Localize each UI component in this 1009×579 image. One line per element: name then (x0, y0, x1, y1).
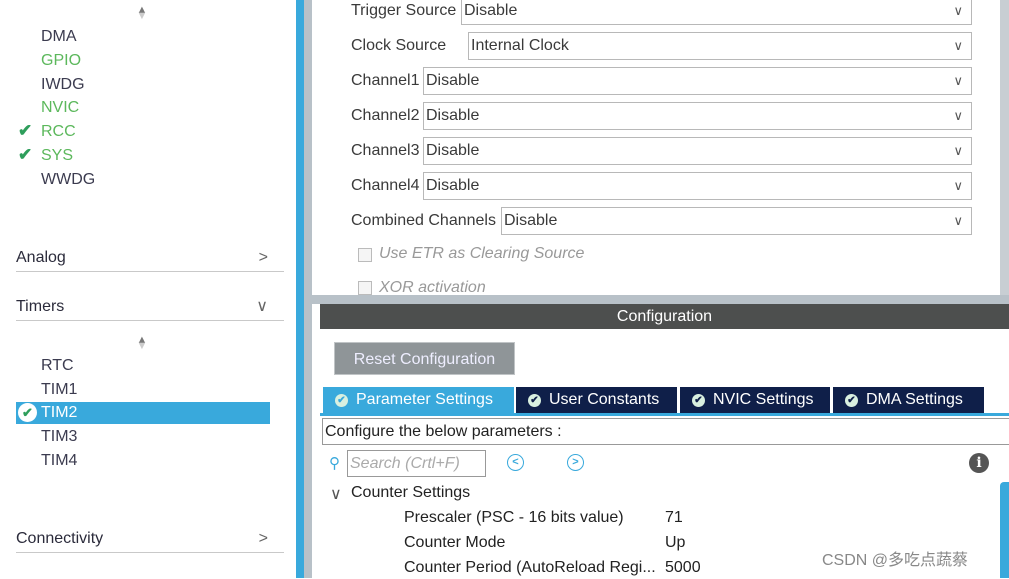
check-circle-icon: ✔ (692, 394, 705, 407)
chevron-down-icon: ∨ (953, 213, 963, 228)
check-circle-icon: ✔ (335, 394, 348, 407)
search-icon: ⚲ (329, 455, 340, 472)
check-circle-icon: ✔ (845, 394, 858, 407)
chevron-right-icon: > (258, 249, 268, 266)
check-icon: ✔ (18, 121, 33, 140)
previous-icon[interactable]: < (507, 454, 524, 471)
checkbox-label: Use ETR as Clearing Source (379, 245, 585, 262)
sort-icon[interactable]: ▲ ▼ (136, 5, 148, 22)
param-value[interactable]: 5000 (665, 557, 701, 579)
field-label: Combined Channels (351, 212, 496, 229)
sort-icon[interactable]: ▲ ▼ (136, 335, 148, 352)
chevron-down-icon: ∨ (256, 298, 268, 315)
peripheral-nvic[interactable]: NVIC (41, 97, 79, 119)
tab-underline (320, 413, 1009, 416)
chevron-down-icon: ∨ (953, 3, 963, 18)
select-value: Disable (426, 142, 480, 159)
peripheral-iwdg[interactable]: IWDG (41, 74, 85, 96)
field-label: Trigger Source (351, 2, 457, 19)
chevron-down-icon: ∨ (953, 143, 963, 158)
chevron-right-icon: > (258, 530, 268, 547)
chevron-down-icon: ∨ (953, 73, 963, 88)
category-label: Analog (16, 249, 66, 266)
field-label: Channel4 (351, 177, 420, 194)
channel4-select[interactable]: Disable ∨ (423, 172, 972, 200)
category-timers[interactable]: Timers ∨ (16, 295, 284, 321)
param-name: Counter Mode (404, 534, 506, 551)
timer-tim2-selected[interactable]: ✔ TIM2 (16, 402, 270, 424)
next-icon[interactable]: > (567, 454, 584, 471)
reset-configuration-button[interactable]: Reset Configuration (334, 342, 515, 375)
param-value[interactable]: 71 (665, 507, 683, 529)
peripheral-gpio[interactable]: GPIO (41, 50, 81, 72)
peripheral-tree-panel: ▲ ▼ DMA GPIO IWDG NVIC ✔ RCC ✔ SYS WWDG A… (0, 0, 296, 578)
trigger-source-select[interactable]: Disable ∨ (461, 0, 972, 25)
select-value: Disable (426, 107, 480, 124)
timer-label: TIM2 (41, 404, 78, 421)
channel1-select[interactable]: Disable ∨ (423, 67, 972, 95)
field-label: Clock Source (351, 37, 447, 54)
select-value: Internal Clock (471, 37, 569, 54)
tab-label: NVIC Settings (713, 391, 814, 408)
timer-tim4[interactable]: TIM4 (41, 450, 77, 472)
timer-tim3[interactable]: TIM3 (41, 426, 77, 448)
configuration-header: Configuration (320, 304, 1009, 329)
tab-label: User Constants (549, 391, 660, 408)
peripheral-rcc[interactable]: RCC (41, 121, 76, 143)
select-value: Disable (464, 2, 518, 19)
tab-user-constants[interactable]: ✔ User Constants (516, 387, 677, 413)
peripheral-dma[interactable]: DMA (41, 26, 77, 48)
param-value[interactable]: Up (665, 532, 685, 554)
scrollbar[interactable] (1000, 0, 1009, 296)
tab-label: DMA Settings (866, 391, 963, 408)
tab-parameter-settings[interactable]: ✔ Parameter Settings (323, 387, 514, 413)
etr-clearing-checkbox[interactable] (358, 248, 372, 262)
instructions-label: Configure the below parameters : (322, 418, 1009, 445)
tab-dma-settings[interactable]: ✔ DMA Settings (833, 387, 984, 413)
field-label: Channel1 (351, 72, 420, 89)
watermark: CSDN @多吃点蔬蔡 (822, 552, 969, 569)
select-value: Disable (504, 212, 558, 229)
peripheral-wwdg[interactable]: WWDG (41, 169, 95, 191)
clock-source-select[interactable]: Internal Clock ∨ (468, 32, 972, 60)
category-label: Connectivity (16, 530, 104, 547)
select-value: Disable (426, 72, 480, 89)
category-label: Timers (16, 298, 65, 315)
channel2-select[interactable]: Disable ∨ (423, 102, 972, 130)
scrollbar[interactable] (1000, 482, 1009, 578)
chevron-down-icon[interactable]: ∨ (330, 484, 342, 504)
tab-label: Parameter Settings (356, 391, 493, 408)
category-analog[interactable]: Analog > (16, 246, 284, 272)
chevron-down-icon: ∨ (953, 38, 963, 53)
group-counter-settings[interactable]: Counter Settings (351, 482, 470, 504)
category-connectivity[interactable]: Connectivity > (16, 527, 284, 553)
peripheral-sys[interactable]: SYS (41, 145, 73, 167)
select-value: Disable (426, 177, 480, 194)
chevron-down-icon: ∨ (953, 178, 963, 193)
check-circle-icon: ✔ (528, 394, 541, 407)
param-name: Prescaler (PSC - 16 bits value) (404, 509, 624, 526)
channel3-select[interactable]: Disable ∨ (423, 137, 972, 165)
field-label: Channel2 (351, 107, 420, 124)
xor-activation-checkbox[interactable] (358, 281, 372, 295)
panel-border (304, 0, 312, 578)
timer-rtc[interactable]: RTC (41, 355, 74, 377)
splitter[interactable] (312, 295, 1009, 304)
search-input[interactable]: Search (Crtl+F) (347, 450, 486, 477)
chevron-down-icon: ∨ (953, 108, 963, 123)
info-icon[interactable]: i (969, 453, 989, 473)
check-icon: ✔ (18, 145, 33, 164)
check-circle-icon: ✔ (18, 403, 37, 422)
param-name: Counter Period (AutoReload Regi... (404, 559, 656, 576)
timer-tim1[interactable]: TIM1 (41, 379, 77, 401)
combined-channels-select[interactable]: Disable ∨ (501, 207, 972, 235)
panel-splitter[interactable] (296, 0, 304, 578)
field-label: Channel3 (351, 142, 420, 159)
tab-nvic-settings[interactable]: ✔ NVIC Settings (680, 387, 830, 413)
